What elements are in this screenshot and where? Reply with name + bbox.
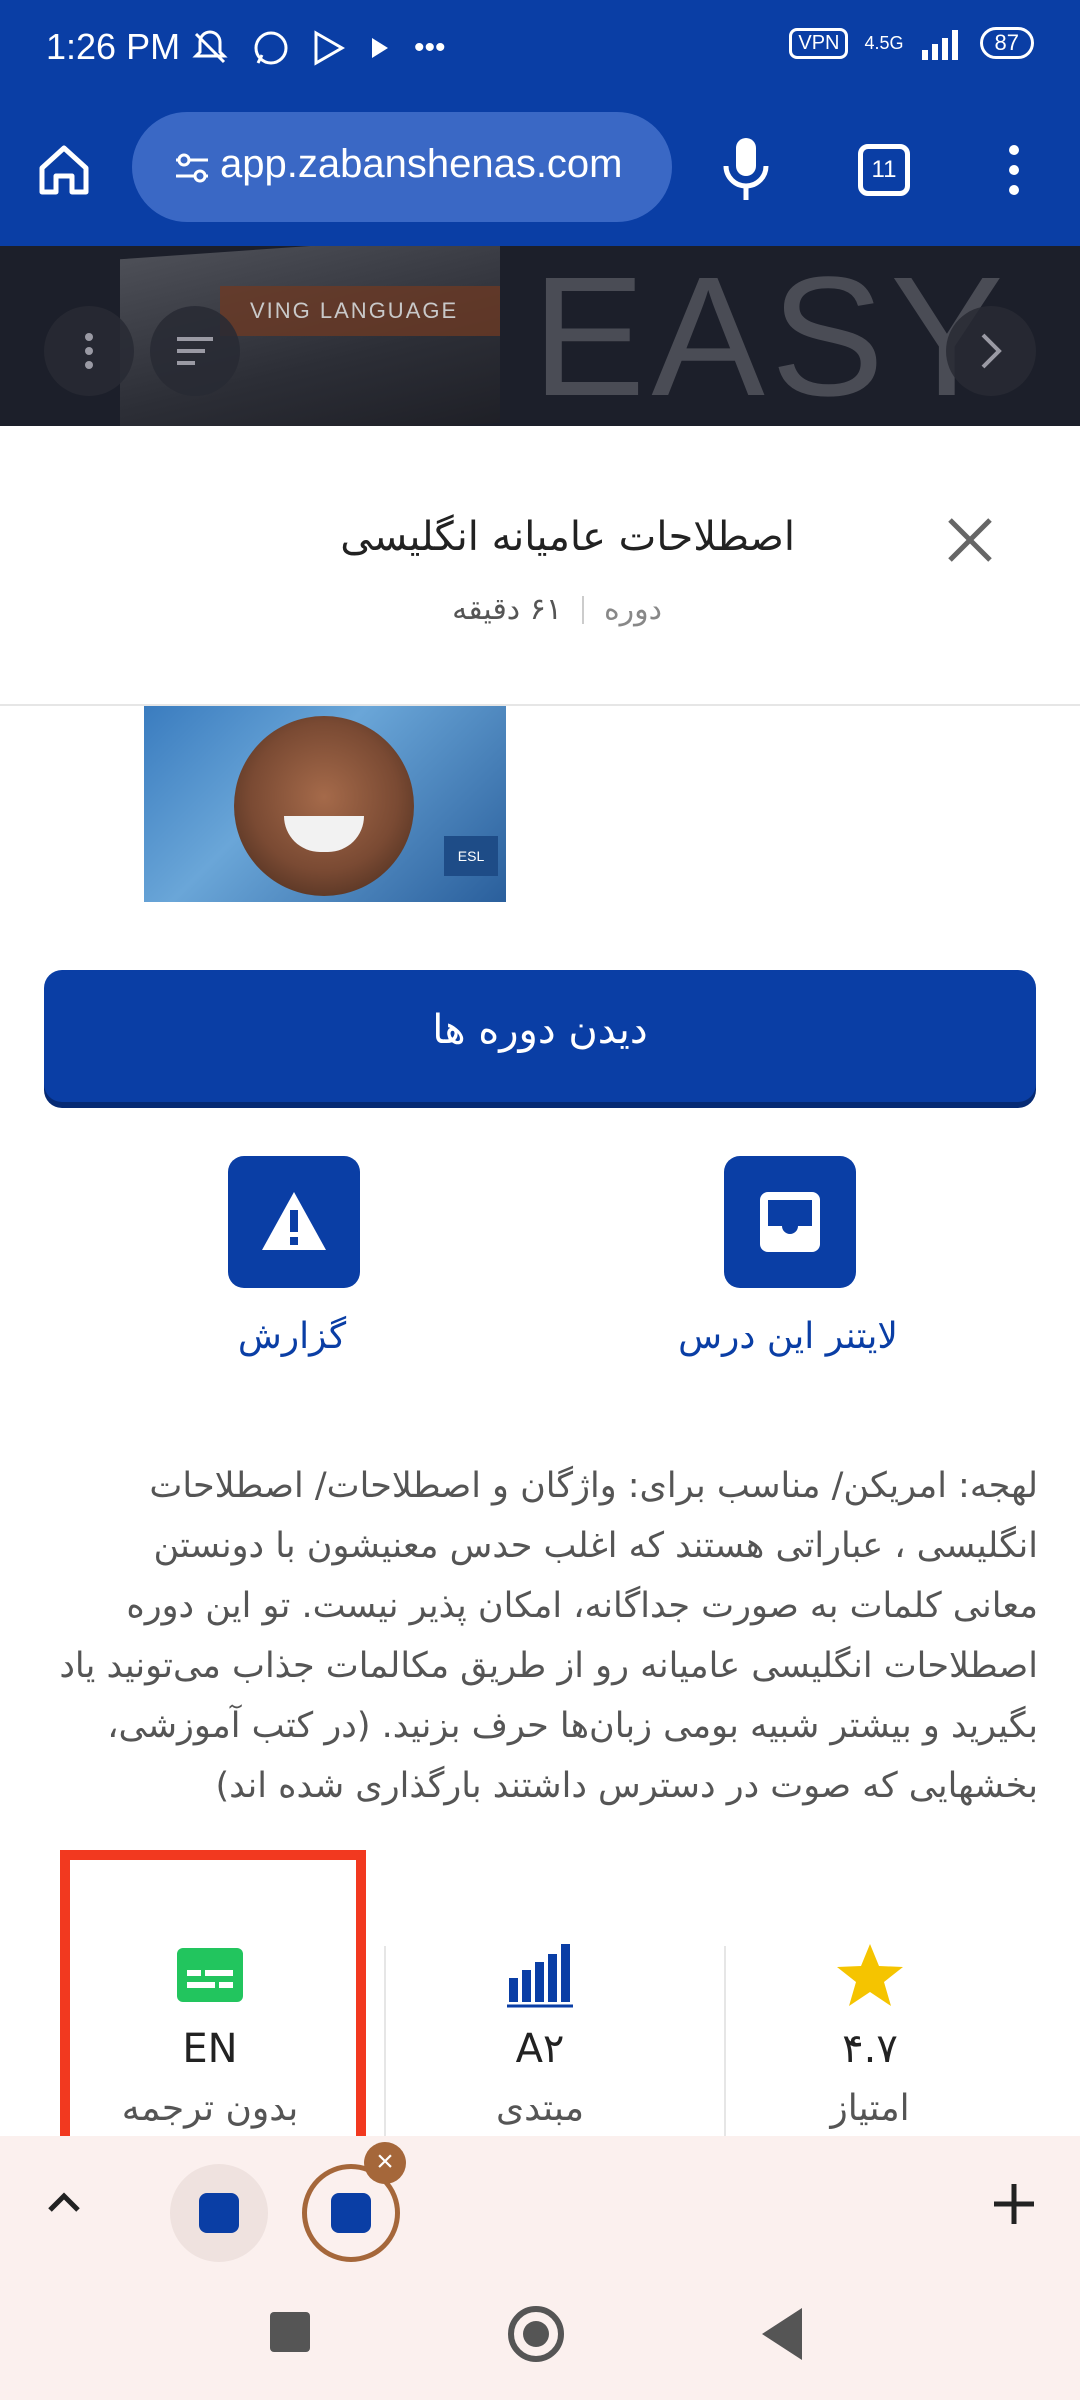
highlight-box bbox=[60, 1850, 366, 2164]
battery-indicator: 87 bbox=[979, 27, 1034, 59]
report-label[interactable]: گزارش bbox=[122, 1316, 462, 1357]
star-icon bbox=[837, 1944, 903, 2006]
cover-tag: ESL bbox=[444, 836, 498, 876]
system-icons: VPN 4.5G 87 bbox=[789, 26, 1034, 60]
network-type: 4.5G bbox=[864, 33, 904, 53]
home-circle-icon[interactable] bbox=[508, 2306, 564, 2362]
system-nav-bar bbox=[0, 2266, 1080, 2400]
course-cover-image: ESL bbox=[144, 706, 506, 902]
rating-label: امتیاز bbox=[830, 2088, 910, 2129]
leitner-label[interactable]: لایتنر این درس bbox=[618, 1316, 958, 1357]
course-title: اصطلاحات عامیانه انگلیسی bbox=[340, 514, 795, 560]
level-value: A۲ bbox=[515, 2026, 565, 2072]
plus-icon[interactable] bbox=[990, 2180, 1038, 2228]
course-description: لهجه: امریکن/ مناسب برای: واژگان و اصطلا… bbox=[59, 1466, 1038, 1806]
mic-icon[interactable] bbox=[718, 134, 774, 204]
bar-chart-icon bbox=[507, 1944, 573, 2008]
vpn-badge: VPN bbox=[789, 27, 849, 59]
home-icon[interactable] bbox=[32, 138, 96, 202]
zabanshenas-icon bbox=[199, 2193, 239, 2233]
leitner-tile[interactable] bbox=[724, 1156, 856, 1288]
cover-photo-person bbox=[234, 716, 414, 896]
status-time: 1:26 PM bbox=[46, 26, 181, 67]
course-duration: ۶۱ دقیقه bbox=[452, 592, 562, 627]
warning-icon bbox=[262, 1192, 326, 1250]
play-store-icon bbox=[314, 30, 346, 66]
recents-icon[interactable] bbox=[270, 2312, 310, 2352]
address-bar[interactable]: app.zabanshenas.com bbox=[132, 112, 672, 222]
meta-separator bbox=[581, 595, 584, 624]
chevron-right-icon bbox=[981, 333, 1002, 369]
banner-book-text: VING LANGUAGE bbox=[250, 298, 459, 323]
banner-list-button[interactable] bbox=[150, 306, 240, 396]
banner-more-button[interactable] bbox=[44, 306, 134, 396]
tab-strip bbox=[0, 2136, 1080, 2266]
close-icon[interactable] bbox=[942, 512, 998, 568]
url-text[interactable]: app.zabanshenas.com bbox=[220, 142, 660, 187]
banner-word: EASY bbox=[532, 246, 1010, 426]
inbox-icon bbox=[760, 1192, 820, 1252]
report-action[interactable]: گزارش bbox=[122, 1156, 462, 1376]
view-courses-button[interactable]: دیدن دوره ها bbox=[44, 970, 1036, 1102]
course-type: دوره bbox=[603, 592, 662, 627]
overflow-dots: ••• bbox=[414, 31, 446, 64]
course-meta: دوره ۶۱ دقیقه bbox=[452, 592, 662, 627]
site-settings-icon[interactable] bbox=[172, 148, 212, 188]
zabanshenas-icon bbox=[331, 2193, 371, 2233]
rating-value: ۴.۷ bbox=[842, 2026, 898, 2072]
browser-toolbar: app.zabanshenas.com 11 bbox=[0, 100, 1080, 246]
tab-favicon[interactable] bbox=[170, 2164, 268, 2262]
banner-next-button[interactable] bbox=[946, 306, 1036, 396]
stat-divider bbox=[724, 1946, 726, 2146]
report-tile[interactable] bbox=[228, 1156, 360, 1288]
stat-level: A۲ مبتدی bbox=[390, 1916, 690, 2146]
stat-rating: ۴.۷ امتیاز bbox=[720, 1916, 1020, 2146]
mute-icon bbox=[192, 30, 228, 64]
list-icon bbox=[177, 337, 213, 365]
leitner-action[interactable]: لایتنر این درس bbox=[618, 1156, 958, 1376]
chevron-up-icon[interactable] bbox=[44, 2182, 84, 2222]
whatsapp-icon bbox=[254, 31, 288, 65]
hero-banner: VING LANGUAGE EASY bbox=[0, 246, 1080, 426]
more-menu-icon[interactable] bbox=[996, 140, 1032, 200]
vertical-dots-icon bbox=[85, 333, 93, 369]
notification-icons: ••• bbox=[190, 28, 446, 68]
signal-icon bbox=[921, 30, 958, 60]
stat-divider bbox=[384, 1946, 386, 2146]
play-icon bbox=[372, 38, 388, 58]
back-triangle-icon[interactable] bbox=[762, 2308, 802, 2360]
tab-switcher-button[interactable]: 11 bbox=[858, 144, 910, 196]
status-bar: 1:26 PM ••• VPN 4.5G 87 bbox=[0, 0, 1080, 100]
level-label: مبتدی bbox=[495, 2088, 585, 2129]
close-tab-button[interactable]: × bbox=[364, 2142, 406, 2184]
